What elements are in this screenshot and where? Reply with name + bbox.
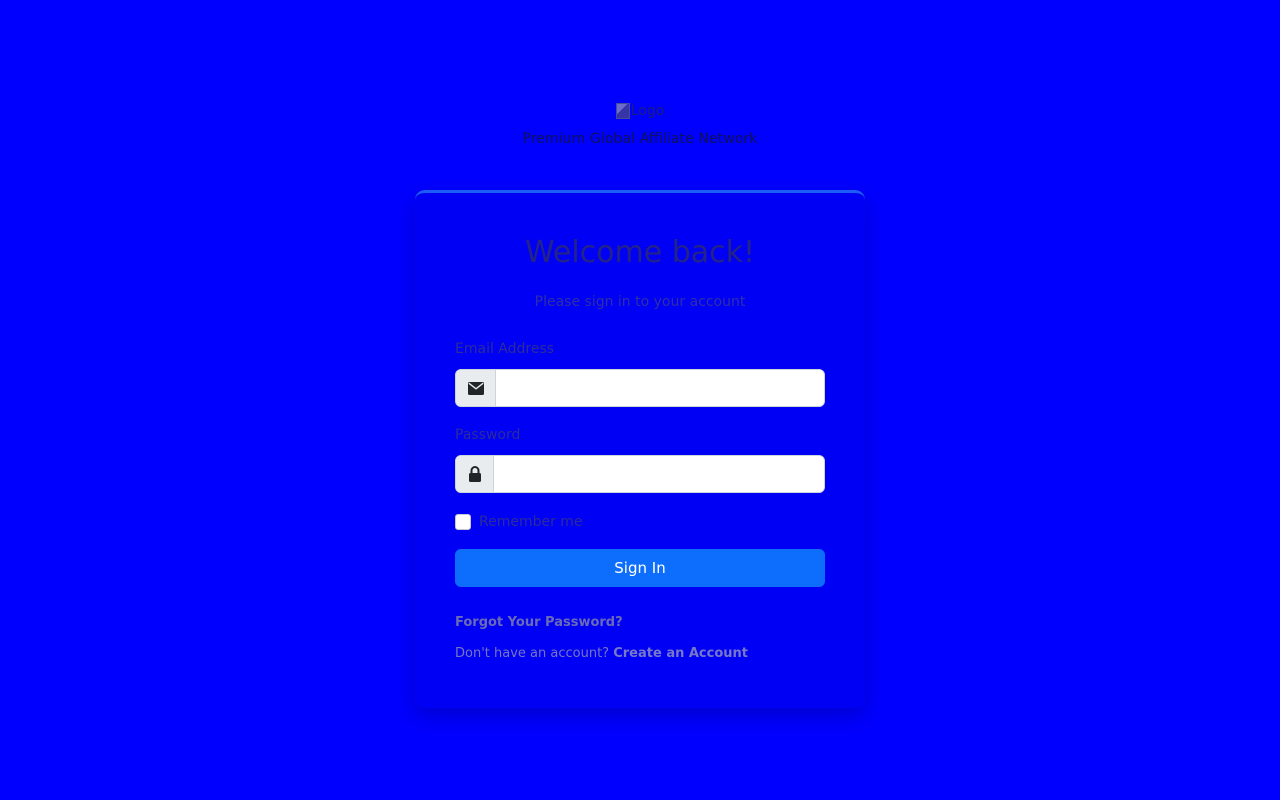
email-input[interactable] [496,370,824,406]
forgot-password-link[interactable]: Forgot Your Password? [455,615,623,630]
remember-me-label[interactable]: Remember me [479,514,583,530]
register-prompt-text: Don't have an account? [455,646,610,661]
password-input-group [455,455,825,493]
remember-me-checkbox[interactable] [455,514,471,530]
welcome-heading: Welcome back! [524,235,756,270]
logo-image: Logo [615,99,665,123]
email-input-group [455,369,825,407]
password-label: Password [455,427,521,443]
login-card: Welcome back! Please sign in to your acc… [415,190,865,708]
logo-alt-text: Logo [630,103,665,119]
create-account-link[interactable]: Create an Account [613,646,748,661]
remember-me-row: Remember me [455,514,583,530]
brand-tagline: Premium Global Affiliate Network [522,131,758,147]
register-prompt: Don't have an account? Create an Account [455,646,748,661]
broken-image-icon [615,103,630,119]
email-label: Email Address [455,341,555,357]
envelope-icon [456,370,496,406]
password-input[interactable] [494,456,824,492]
welcome-subtitle: Please sign in to your account [534,294,746,310]
sign-in-button[interactable]: Sign In [455,549,825,587]
brand-header: Logo Premium Global Affiliate Network [0,99,1280,147]
lock-icon [456,456,494,492]
login-page: Logo Premium Global Affiliate Network We… [0,0,1280,800]
